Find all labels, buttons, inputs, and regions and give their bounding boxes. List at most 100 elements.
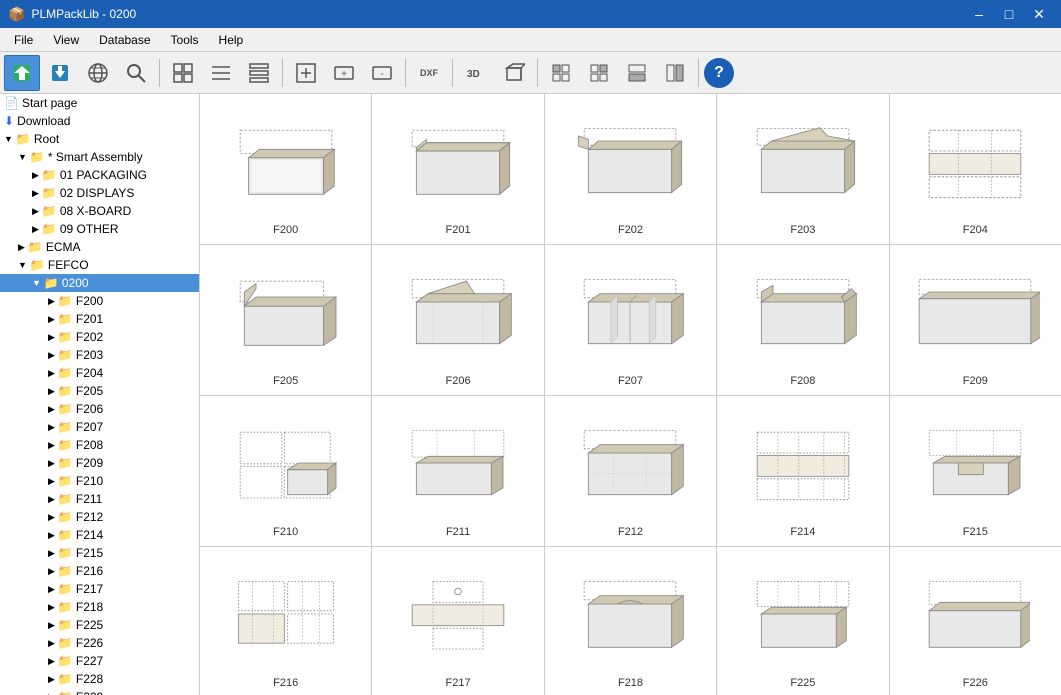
toolbar-help-button[interactable]: ? <box>704 58 734 88</box>
sidebar-item-0200[interactable]: ▼ 📁 0200 <box>0 274 199 292</box>
toolbar-zoom-fit-button[interactable] <box>288 55 324 91</box>
sidebar-item-f229[interactable]: ▶ 📁 F229 <box>0 688 199 695</box>
sidebar-item-ecma[interactable]: ▶ 📁 ECMA <box>0 238 199 256</box>
grid-cell-f217[interactable]: F217 <box>372 547 543 695</box>
menu-tools[interactable]: Tools <box>161 31 209 49</box>
sidebar-item-root[interactable]: ▼ 📁 Root <box>0 130 199 148</box>
sidebar-item-f206[interactable]: ▶ 📁 F206 <box>0 400 199 418</box>
sidebar-item-f214[interactable]: ▶ 📁 F214 <box>0 526 199 544</box>
sidebar-item-f202[interactable]: ▶ 📁 F202 <box>0 328 199 346</box>
sidebar-item-f211[interactable]: ▶ 📁 F211 <box>0 490 199 508</box>
grid-cell-f226[interactable]: F226 <box>890 547 1061 695</box>
expand-f214[interactable]: ▶ <box>48 530 55 541</box>
expand-disp[interactable]: ▶ <box>32 188 39 199</box>
expand-ecma[interactable]: ▶ <box>18 242 25 253</box>
sidebar-item-xboard[interactable]: ▶ 📁 08 X-BOARD <box>0 202 199 220</box>
expand-f227[interactable]: ▶ <box>48 656 55 667</box>
sidebar-item-smartassembly[interactable]: ▼ 📁 * Smart Assembly <box>0 148 199 166</box>
sidebar-item-f212[interactable]: ▶ 📁 F212 <box>0 508 199 526</box>
grid-cell-f202[interactable]: F202 <box>545 94 716 244</box>
expand-f217[interactable]: ▶ <box>48 584 55 595</box>
toolbar-grid2-button[interactable] <box>203 55 239 91</box>
expand-f218[interactable]: ▶ <box>48 602 55 613</box>
minimize-button[interactable]: – <box>965 3 993 25</box>
expand-pkg[interactable]: ▶ <box>32 170 39 181</box>
grid-cell-f206[interactable]: F206 <box>372 245 543 395</box>
menu-file[interactable]: File <box>4 31 43 49</box>
sidebar-item-other[interactable]: ▶ 📁 09 OTHER <box>0 220 199 238</box>
expand-f212[interactable]: ▶ <box>48 512 55 523</box>
sidebar-item-f205[interactable]: ▶ 📁 F205 <box>0 382 199 400</box>
expand-xb[interactable]: ▶ <box>32 206 39 217</box>
sidebar-item-f209[interactable]: ▶ 📁 F209 <box>0 454 199 472</box>
sidebar-item-f203[interactable]: ▶ 📁 F203 <box>0 346 199 364</box>
expand-f201[interactable]: ▶ <box>48 314 55 325</box>
grid-cell-f215[interactable]: F215 <box>890 396 1061 546</box>
sidebar-item-f225[interactable]: ▶ 📁 F225 <box>0 616 199 634</box>
expand-fefco[interactable]: ▼ <box>18 260 27 270</box>
sidebar-item-f228[interactable]: ▶ 📁 F228 <box>0 670 199 688</box>
toolbar-home-button[interactable] <box>4 55 40 91</box>
close-button[interactable]: ✕ <box>1025 3 1053 25</box>
toolbar-download-button[interactable] <box>42 55 78 91</box>
toolbar-zoom-out-button[interactable]: - <box>364 55 400 91</box>
expand-0200[interactable]: ▼ <box>32 278 41 288</box>
grid-cell-f200[interactable]: F200 <box>200 94 371 244</box>
expand-f225[interactable]: ▶ <box>48 620 55 631</box>
grid-cell-f216[interactable]: F216 <box>200 547 371 695</box>
toolbar-view2-button[interactable] <box>581 55 617 91</box>
grid-cell-f211[interactable]: F211 <box>372 396 543 546</box>
grid-cell-f225[interactable]: F225 <box>717 547 888 695</box>
expand-f209[interactable]: ▶ <box>48 458 55 469</box>
expand-f203[interactable]: ▶ <box>48 350 55 361</box>
expand-f206[interactable]: ▶ <box>48 404 55 415</box>
toolbar-view4-button[interactable] <box>657 55 693 91</box>
grid-cell-f214[interactable]: F214 <box>717 396 888 546</box>
sidebar-item-f215[interactable]: ▶ 📁 F215 <box>0 544 199 562</box>
sidebar-item-f204[interactable]: ▶ 📁 F204 <box>0 364 199 382</box>
expand-f211[interactable]: ▶ <box>48 494 55 505</box>
grid-cell-f210[interactable]: F210 <box>200 396 371 546</box>
grid-cell-f208[interactable]: F208 <box>717 245 888 395</box>
grid-cell-f218[interactable]: F218 <box>545 547 716 695</box>
sidebar-item-f227[interactable]: ▶ 📁 F227 <box>0 652 199 670</box>
expand-f226[interactable]: ▶ <box>48 638 55 649</box>
sidebar-item-f217[interactable]: ▶ 📁 F217 <box>0 580 199 598</box>
expand-f228[interactable]: ▶ <box>48 674 55 685</box>
menu-help[interactable]: Help <box>209 31 254 49</box>
expand-f200[interactable]: ▶ <box>48 296 55 307</box>
grid-cell-f203[interactable]: F203 <box>717 94 888 244</box>
toolbar-dxf-button[interactable]: DXF <box>411 55 447 91</box>
toolbar-view1-button[interactable] <box>543 55 579 91</box>
expand-f207[interactable]: ▶ <box>48 422 55 433</box>
expand-f208[interactable]: ▶ <box>48 440 55 451</box>
toolbar-3d2-button[interactable] <box>496 55 532 91</box>
toolbar-globe-button[interactable] <box>80 55 116 91</box>
grid-cell-f207[interactable]: F207 <box>545 245 716 395</box>
expand-f205[interactable]: ▶ <box>48 386 55 397</box>
expand-f229[interactable]: ▶ <box>48 692 55 695</box>
toolbar-grid1-button[interactable] <box>165 55 201 91</box>
sidebar-item-download[interactable]: ⬇ Download <box>0 112 199 130</box>
sidebar-item-f207[interactable]: ▶ 📁 F207 <box>0 418 199 436</box>
expand-f210[interactable]: ▶ <box>48 476 55 487</box>
grid-cell-f212[interactable]: F212 <box>545 396 716 546</box>
sidebar-item-packaging[interactable]: ▶ 📁 01 PACKAGING <box>0 166 199 184</box>
expand-root[interactable]: ▼ <box>4 134 13 144</box>
grid-cell-f204[interactable]: F204 <box>890 94 1061 244</box>
grid-cell-f201[interactable]: F201 <box>372 94 543 244</box>
expand-oth[interactable]: ▶ <box>32 224 39 235</box>
sidebar-item-f218[interactable]: ▶ 📁 F218 <box>0 598 199 616</box>
sidebar-item-f226[interactable]: ▶ 📁 F226 <box>0 634 199 652</box>
grid-cell-f209[interactable]: F209 <box>890 245 1061 395</box>
sidebar-item-displays[interactable]: ▶ 📁 02 DISPLAYS <box>0 184 199 202</box>
menu-view[interactable]: View <box>43 31 89 49</box>
toolbar-search-button[interactable] <box>118 55 154 91</box>
sidebar-item-f200[interactable]: ▶ 📁 F200 <box>0 292 199 310</box>
sidebar-item-fefco[interactable]: ▼ 📁 FEFCO <box>0 256 199 274</box>
maximize-button[interactable]: □ <box>995 3 1023 25</box>
toolbar-view3-button[interactable] <box>619 55 655 91</box>
toolbar-3d1-button[interactable]: 3D <box>458 55 494 91</box>
sidebar-item-f208[interactable]: ▶ 📁 F208 <box>0 436 199 454</box>
toolbar-zoom-in-button[interactable]: + <box>326 55 362 91</box>
